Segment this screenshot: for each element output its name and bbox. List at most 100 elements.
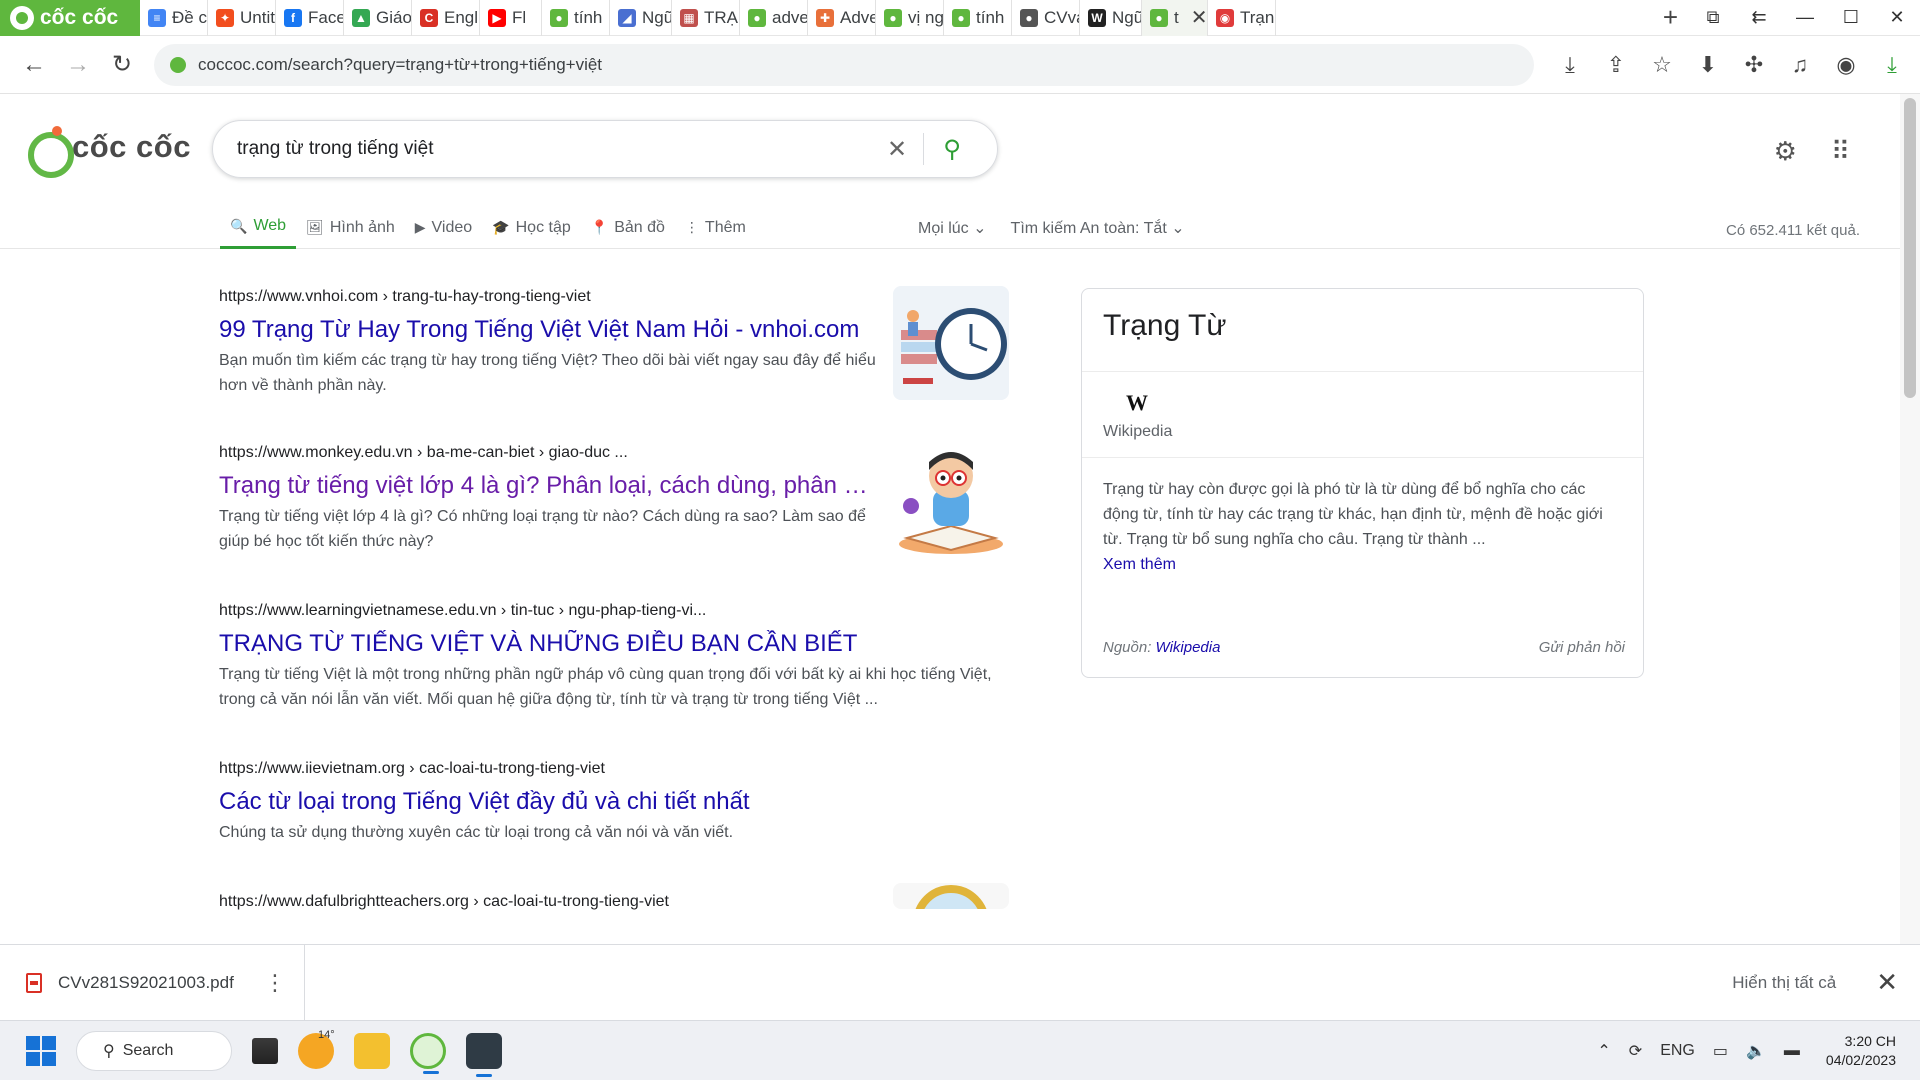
taskbar-search[interactable]: ⚲ Search <box>76 1030 232 1071</box>
browser-tab[interactable]: ✚ Adve <box>808 0 876 36</box>
browser-tab[interactable]: ▲ Giáo <box>344 0 412 36</box>
result-title-link[interactable]: 99 Trạng Từ Hay Trong Tiếng Việt Việt Na… <box>219 316 879 344</box>
close-tab-icon[interactable]: ✕ <box>1191 5 1207 30</box>
browser-tab[interactable]: ≡ Đề c <box>140 0 208 36</box>
volume-icon[interactable]: 🔈 <box>1746 1041 1766 1061</box>
filter-tab[interactable]: 🔍 Web <box>220 206 297 249</box>
close-download-bar-icon[interactable]: ✕ <box>1876 967 1898 998</box>
install-icon[interactable]: ⤓ <box>1558 52 1582 78</box>
browser-tab[interactable]: ✦ Untit <box>208 0 276 36</box>
site-secure-icon[interactable] <box>170 56 186 73</box>
share-icon[interactable]: ⇪ <box>1604 52 1628 78</box>
result-url[interactable]: https://www.vnhoi.com › trang-tu-hay-tro… <box>219 288 879 306</box>
search-options: Mọi lúc ⌄ Tìm kiếm An toàn: Tắt ⌄ <box>918 206 1185 249</box>
download-file-name[interactable]: CVv281S92021003.pdf <box>58 973 248 993</box>
settings-gear-icon[interactable]: ⚙ <box>1774 136 1797 167</box>
tab-favicon-icon: ▲ <box>352 8 370 27</box>
language-indicator[interactable]: ENG <box>1660 1042 1695 1060</box>
coccoc-browser-icon[interactable] <box>410 1032 446 1074</box>
safe-search-label: Tìm kiếm An toàn: Tắt <box>1010 219 1167 237</box>
result-title-link[interactable]: Trạng từ tiếng việt lớp 4 là gì? Phân lo… <box>219 472 879 500</box>
tab-search-icon[interactable]: ⧉ <box>1690 7 1736 28</box>
tab-title: Giáo <box>376 7 412 27</box>
filter-tab[interactable]: ▶ Video <box>405 206 482 249</box>
result-title-link[interactable]: TRẠNG TỪ TIẾNG VIỆT VÀ NHỮNG ĐIỀU BẠN CẦ… <box>219 630 1009 658</box>
browser-tab[interactable]: ▦ TRẠI <box>672 0 740 36</box>
chevron-up-icon[interactable]: ⌃ <box>1597 1041 1610 1061</box>
new-tab-button[interactable]: + <box>1651 2 1690 33</box>
minimize-icon[interactable]: — <box>1782 7 1828 28</box>
address-url[interactable]: coccoc.com/search?query=trạng+từ+trong+t… <box>198 55 602 75</box>
see-more-link[interactable]: Xem thêm <box>1103 552 1623 577</box>
clock[interactable]: 3:20 CH 04/02/2023 <box>1826 1032 1896 1070</box>
file-explorer-icon[interactable] <box>354 1032 390 1069</box>
result-url[interactable]: https://www.monkey.edu.vn › ba-me-can-bi… <box>219 444 879 462</box>
result-title-link[interactable]: Các từ loại trong Tiếng Việt đầy đủ và c… <box>219 788 1009 816</box>
filter-tab[interactable]: 🎓 Học tập <box>482 206 581 249</box>
browser-tab[interactable]: ● tính <box>542 0 610 36</box>
page-scrollbar[interactable] <box>1900 94 1920 944</box>
scrollbar-thumb[interactable] <box>1904 98 1916 398</box>
browser-tab[interactable]: ● t ✕ <box>1142 0 1208 36</box>
browser-tab[interactable]: ◢ Ngữ <box>610 0 672 36</box>
browser-menu-button[interactable]: cốc cốc <box>0 0 140 36</box>
download-options-icon[interactable]: ⋮ <box>264 970 286 996</box>
weather-widget-icon[interactable]: 14° <box>298 1029 335 1069</box>
browser-tab[interactable]: C Engl <box>412 0 480 36</box>
result-thumbnail[interactable] <box>893 442 1009 556</box>
filter-tab[interactable]: ⋮ Thêm <box>675 206 756 249</box>
extensions-icon[interactable]: ✣ <box>1742 52 1766 78</box>
browser-tab[interactable]: ▶ Fl <box>480 0 542 36</box>
profile-icon[interactable]: ◉ <box>1834 52 1858 78</box>
bookmark-star-icon[interactable]: ☆ <box>1650 52 1674 78</box>
filter-tab[interactable]: 📍 Bản đồ <box>581 206 675 249</box>
browser-tab[interactable]: ● tính <box>944 0 1012 36</box>
history-back-icon[interactable]: ⇇ <box>1736 7 1782 28</box>
header-actions: ⚙ ⠿ <box>1774 136 1850 167</box>
browser-tab[interactable]: ◉ Trạng <box>1208 0 1276 36</box>
show-all-downloads-link[interactable]: Hiển thị tất cả <box>1732 973 1836 993</box>
filter-icon: 🔍 <box>230 217 248 234</box>
download-item[interactable]: CVv281S92021003.pdf ⋮ <box>0 944 305 1021</box>
feedback-link[interactable]: Gửi phản hồi <box>1539 639 1625 656</box>
time-filter-dropdown[interactable]: Mọi lúc ⌄ <box>918 218 987 238</box>
search-input[interactable] <box>237 138 877 160</box>
reload-icon[interactable]: ↻ <box>100 50 144 79</box>
task-view-icon[interactable] <box>252 1037 278 1064</box>
browser-tab[interactable]: ● vị ng <box>876 0 944 36</box>
tab-favicon-icon: ● <box>550 8 568 27</box>
browser-tab[interactable]: f Face <box>276 0 344 36</box>
browser-tab[interactable]: ● CVvả <box>1012 0 1080 36</box>
result-url[interactable]: https://www.iievietnam.org › cac-loai-tu… <box>219 760 1009 778</box>
result-thumbnail[interactable] <box>893 883 1009 909</box>
windows-start-icon[interactable] <box>26 1035 56 1066</box>
safe-search-dropdown[interactable]: Tìm kiếm An toàn: Tắt ⌄ <box>1011 218 1185 238</box>
maximize-icon[interactable]: ☐ <box>1828 7 1874 28</box>
wikipedia-label[interactable]: Wikipedia <box>1103 423 1172 441</box>
source-link[interactable]: Wikipedia <box>1156 639 1221 656</box>
search-submit-icon[interactable]: ⚲ <box>930 135 974 164</box>
app-icon[interactable] <box>466 1032 502 1077</box>
save-page-icon[interactable]: ⬇ <box>1696 52 1720 78</box>
apps-grid-icon[interactable]: ⠿ <box>1831 136 1850 167</box>
result-thumbnail[interactable] <box>893 286 1009 400</box>
wikipedia-logo-icon[interactable]: W <box>1126 390 1148 416</box>
result-url[interactable]: https://www.learningvietnamese.edu.vn › … <box>219 602 1009 620</box>
network-icon[interactable]: ▭ <box>1713 1041 1728 1061</box>
browser-tab[interactable]: ● adve <box>740 0 808 36</box>
browser-tab[interactable]: W Ngữ <box>1080 0 1142 36</box>
forward-arrow-icon[interactable]: → <box>56 51 100 79</box>
back-arrow-icon[interactable]: ← <box>12 51 56 79</box>
address-bar[interactable]: coccoc.com/search?query=trạng+từ+trong+t… <box>154 43 1534 86</box>
coccoc-home-logo[interactable]: cốc cốc <box>26 124 191 178</box>
clear-search-icon[interactable]: ✕ <box>877 135 917 164</box>
media-control-icon[interactable]: ♫ <box>1788 52 1812 78</box>
result-url[interactable]: https://www.dafulbrightteachers.org › ca… <box>219 893 879 911</box>
tab-list: ≡ Đề c ✦ Untit f Face ▲ Giáo C Engl ▶ Fl ● tính ◢ Ngữ ▦ T… <box>140 0 1651 36</box>
filter-tab[interactable]: 🖼 Hình ảnh <box>296 206 405 249</box>
downloads-icon[interactable]: ⤓ <box>1880 52 1904 78</box>
sync-icon[interactable]: ⟳ <box>1629 1041 1642 1061</box>
battery-icon[interactable]: ▬ <box>1784 1042 1800 1060</box>
result-snippet: Chúng ta sử dụng thường xuyên các từ loạ… <box>219 824 734 841</box>
close-window-icon[interactable]: ✕ <box>1874 7 1920 28</box>
